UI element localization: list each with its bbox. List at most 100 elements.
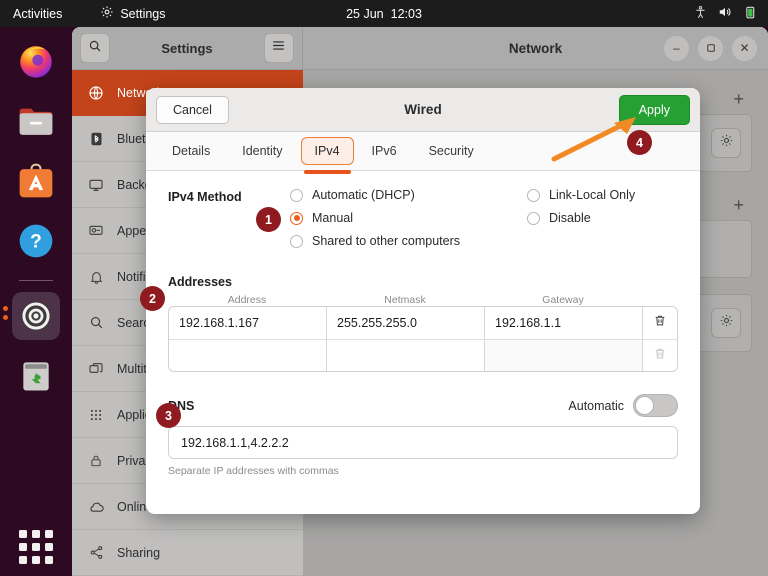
dns-servers-input[interactable]: 192.168.1.1,4.2.2.2 (168, 426, 678, 459)
window-titlebar: Settings Network – ✕ (72, 27, 768, 70)
close-button[interactable]: ✕ (732, 35, 757, 61)
connection-settings-button-1[interactable] (711, 128, 741, 158)
radio-icon-selected (290, 211, 303, 225)
radio-disable[interactable]: Disable (527, 211, 635, 225)
tab-details[interactable]: Details (158, 137, 224, 165)
table-row: 192.168.1.167 255.255.255.0 192.168.1.1 (169, 307, 677, 339)
radio-label: Manual (312, 211, 353, 225)
titlebar-left: Settings (72, 27, 303, 69)
annotation-badge-2: 2 (140, 286, 165, 311)
column-header-netmask: Netmask (384, 294, 426, 306)
globe-icon (87, 84, 105, 102)
radio-manual[interactable]: Manual (290, 211, 527, 225)
delete-address-button-disabled[interactable] (643, 340, 677, 371)
radio-label: Automatic (DHCP) (312, 188, 415, 202)
gear-icon (719, 313, 734, 333)
clock[interactable]: 25 Jun 12:03 (346, 7, 422, 21)
column-header-gateway: Gateway (542, 294, 584, 306)
maximize-button[interactable] (698, 35, 723, 61)
radio-label: Shared to other computers (312, 234, 460, 248)
accessibility-icon (693, 5, 708, 23)
minimize-button[interactable]: – (664, 35, 689, 61)
dialog-title: Wired (404, 102, 442, 117)
radio-label: Link-Local Only (549, 188, 636, 202)
addresses-title: Addresses (168, 275, 232, 289)
svg-text:?: ? (30, 231, 42, 252)
dns-header-row: DNS Automatic (168, 394, 678, 417)
dock-item-trash[interactable] (12, 352, 60, 400)
dns-hint-text: Separate IP addresses with commas (168, 465, 339, 477)
tab-ipv4[interactable]: IPv4 (300, 137, 354, 174)
table-row (169, 339, 677, 371)
bluetooth-icon (87, 130, 105, 148)
delete-address-button[interactable] (643, 307, 677, 339)
gateway-input-empty[interactable] (485, 340, 643, 371)
radio-link-local-only[interactable]: Link-Local Only (527, 188, 635, 202)
dock-item-help[interactable]: ? (12, 217, 60, 265)
addresses-section: Addresses Address Netmask Gateway 192.16… (168, 275, 678, 372)
column-header-address: Address (227, 294, 267, 306)
dock-item-ubuntu-software[interactable] (12, 157, 60, 205)
method-options-right: Link-Local Only Disable (527, 188, 635, 248)
app-menu-button[interactable]: Settings (100, 5, 166, 22)
system-status-area[interactable] (693, 5, 758, 23)
sidebar-item-sharing[interactable]: Sharing (72, 530, 303, 576)
dock-item-settings[interactable] (3, 292, 60, 340)
window-controls: – ✕ (664, 35, 757, 61)
connection-settings-button-2[interactable] (711, 308, 741, 338)
address-input-empty[interactable] (169, 340, 327, 371)
radio-label: Disable (549, 211, 591, 225)
dns-automatic-control: Automatic (568, 394, 678, 417)
toggle-knob (635, 396, 654, 415)
battery-icon (742, 5, 758, 23)
panel-title: Network (508, 40, 563, 56)
gear-icon (100, 5, 114, 22)
search-icon (88, 39, 102, 58)
main-menu-button[interactable] (263, 33, 294, 63)
dock: ? (0, 27, 72, 576)
dock-item-files[interactable] (12, 97, 60, 145)
cloud-icon (87, 498, 105, 516)
dialog-content: IPv4 Method Automatic (DHCP) Manual Shar… (146, 171, 700, 477)
dns-section: DNS Automatic 192.168.1.1,4.2.2.2 Separa… (168, 394, 678, 477)
share-icon (87, 544, 105, 562)
bell-icon (87, 268, 105, 286)
hamburger-menu-icon (271, 39, 286, 57)
app-menu-label: Settings (120, 6, 166, 21)
tab-security[interactable]: Security (415, 137, 488, 165)
volume-icon (717, 5, 733, 22)
tab-identity[interactable]: Identity (228, 137, 296, 165)
annotation-badge-1: 1 (256, 207, 281, 232)
search-button[interactable] (80, 33, 110, 63)
cancel-button[interactable]: Cancel (156, 95, 229, 124)
windows-icon (87, 360, 105, 378)
top-bar: Activities Settings 25 Jun 12:03 (0, 0, 768, 27)
show-applications-button[interactable] (19, 530, 53, 564)
lock-icon (87, 452, 105, 470)
monitor-icon (87, 176, 105, 194)
addresses-column-headers: Address Netmask Gateway (168, 294, 678, 306)
netmask-input-empty[interactable] (327, 340, 485, 371)
annotation-badge-3: 3 (156, 403, 181, 428)
dns-automatic-toggle[interactable] (633, 394, 678, 417)
annotation-badge-4: 4 (627, 130, 652, 155)
radio-icon (527, 211, 540, 225)
tab-ipv6[interactable]: IPv6 (358, 137, 411, 165)
appearance-icon (87, 222, 105, 240)
radio-automatic-dhcp[interactable]: Automatic (DHCP) (290, 188, 527, 202)
page-title: Settings (161, 40, 213, 56)
radio-icon (290, 188, 303, 202)
radio-icon (290, 234, 303, 248)
netmask-input[interactable]: 255.255.255.0 (327, 307, 485, 339)
dock-item-firefox[interactable] (12, 37, 60, 85)
titlebar-right: Network – ✕ (303, 27, 768, 69)
clock-date: 25 Jun (346, 6, 384, 21)
gateway-input[interactable]: 192.168.1.1 (485, 307, 643, 339)
address-input[interactable]: 192.168.1.167 (169, 307, 327, 339)
trash-icon (653, 346, 667, 366)
ipv4-method-section: IPv4 Method Automatic (DHCP) Manual Shar… (168, 188, 678, 248)
addresses-table: 192.168.1.167 255.255.255.0 192.168.1.1 (168, 306, 678, 372)
radio-shared-to-other-computers[interactable]: Shared to other computers (290, 234, 527, 248)
clock-time: 12:03 (390, 6, 422, 21)
activities-button[interactable]: Activities (13, 7, 62, 21)
